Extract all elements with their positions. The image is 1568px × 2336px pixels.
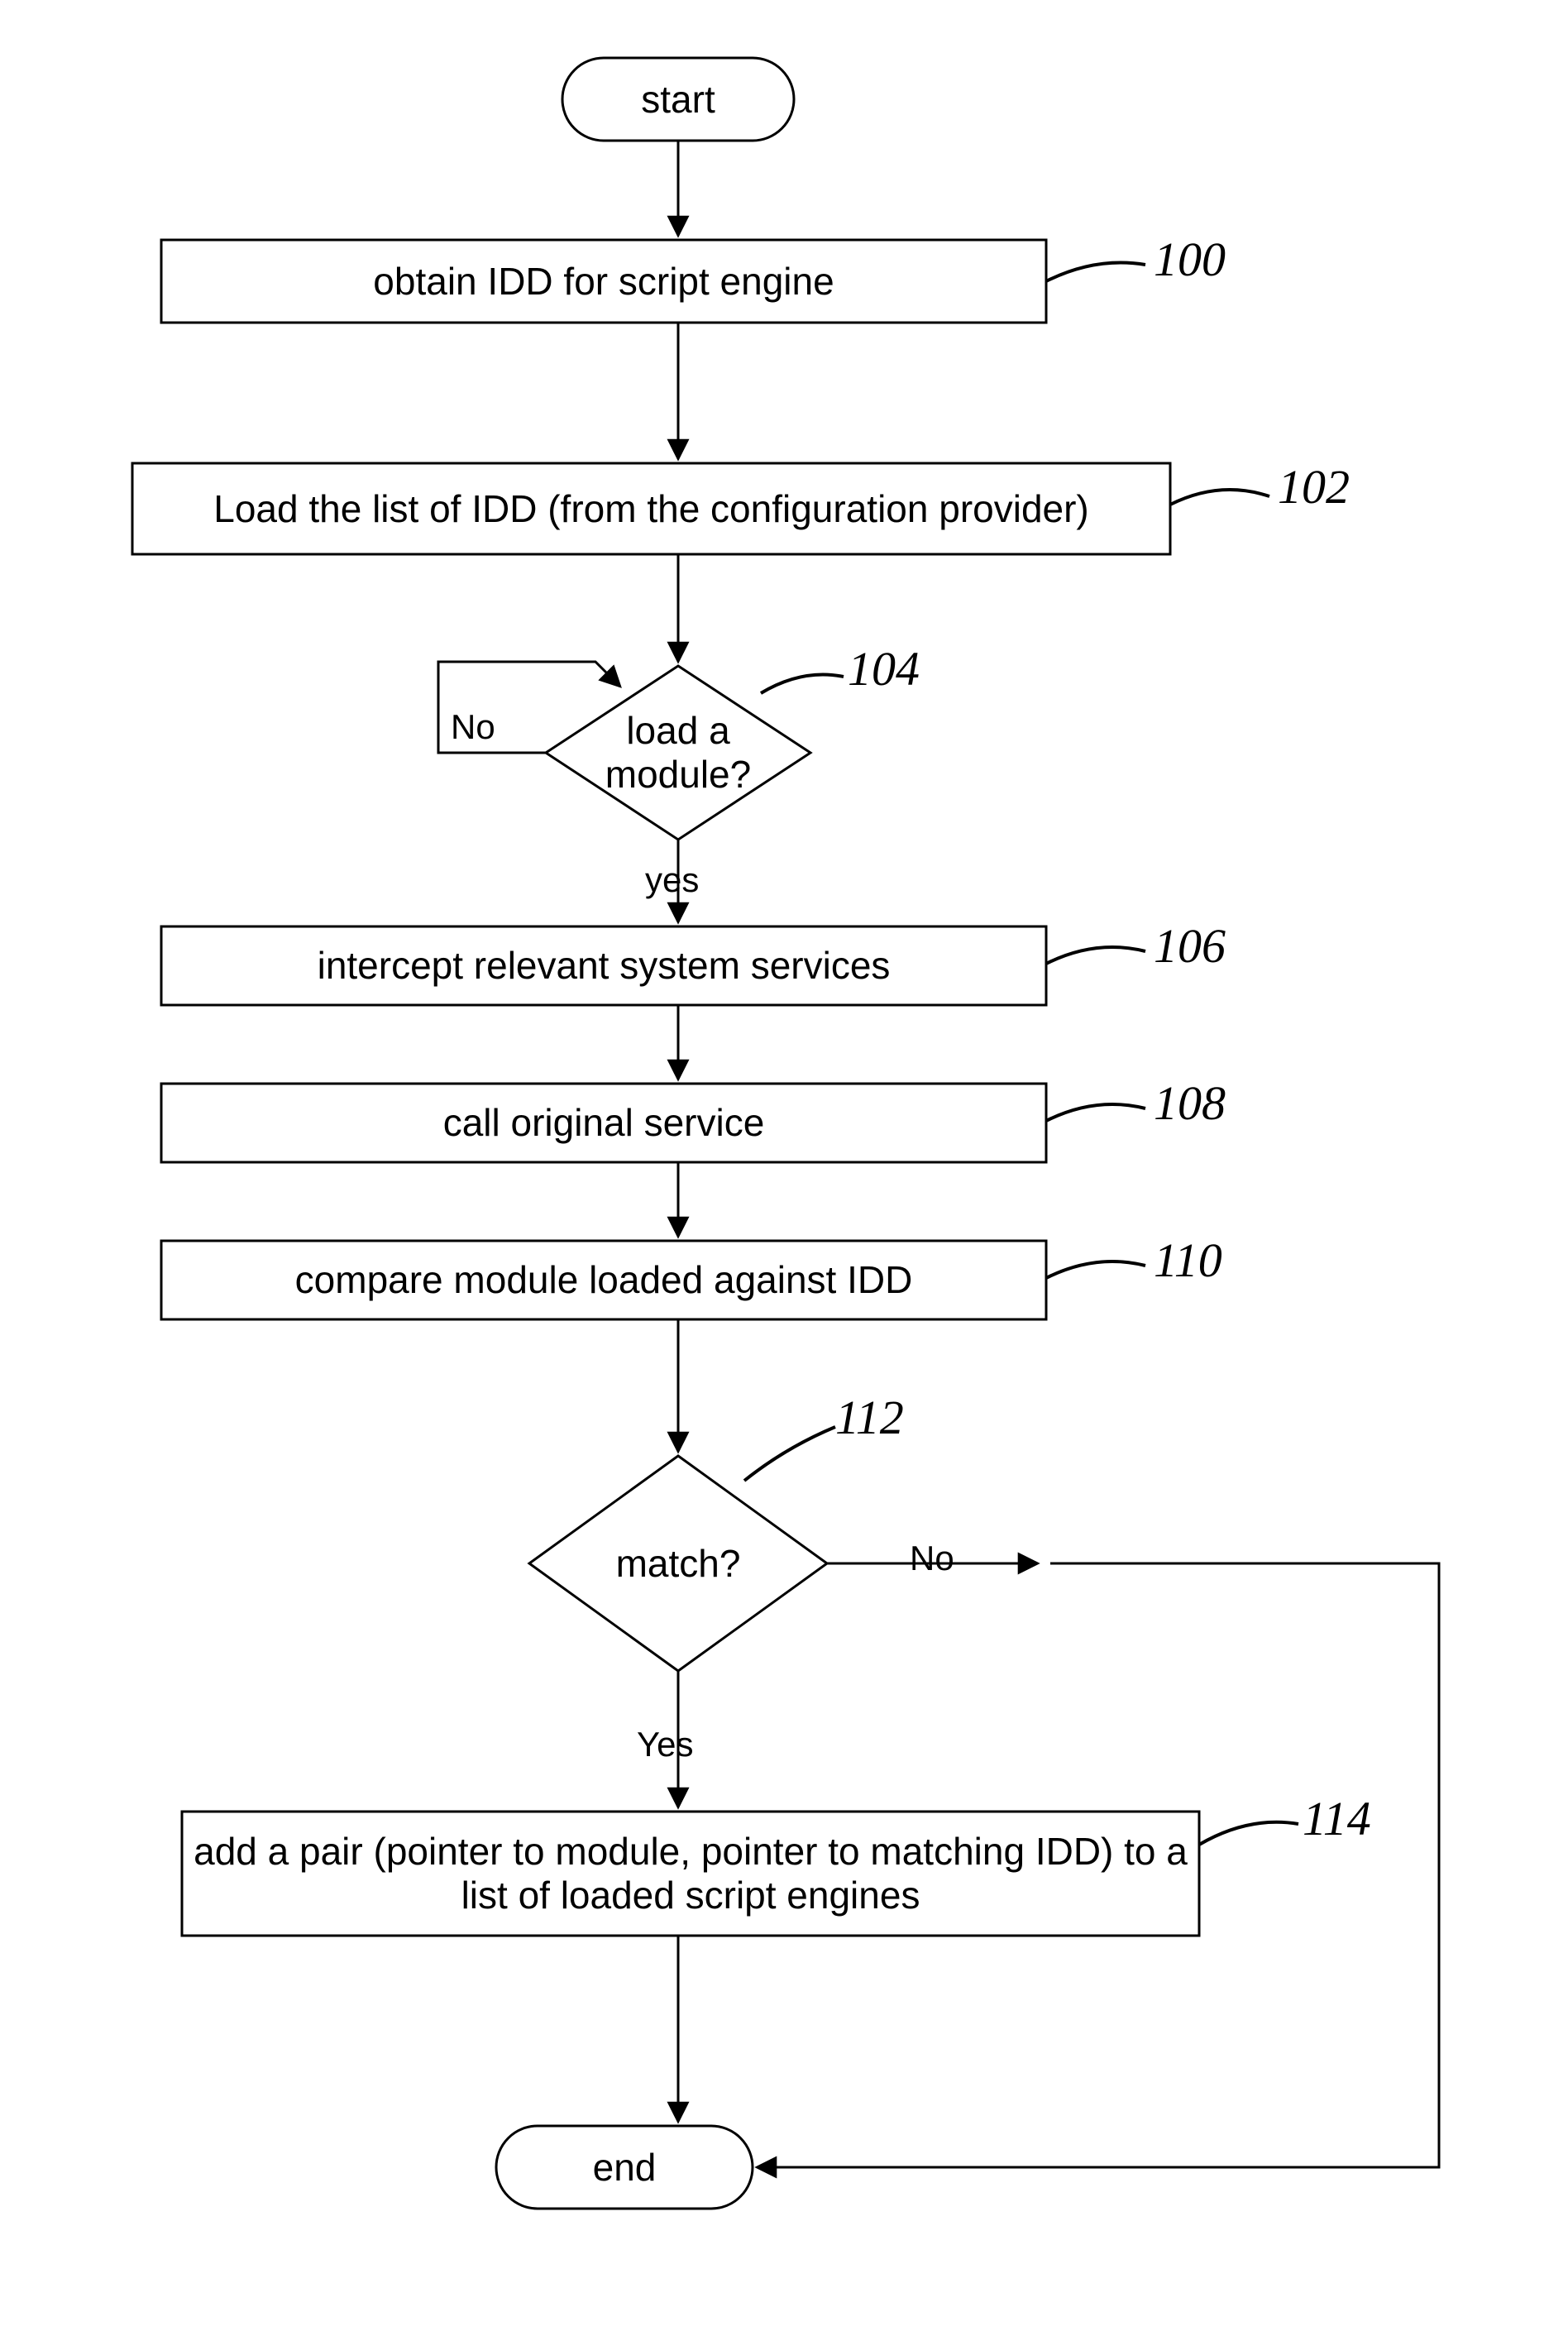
step102-label: Load the list of IDD (from the configura… [132, 463, 1170, 554]
ref110-mark [1046, 1261, 1145, 1278]
ref-108: 108 [1154, 1075, 1226, 1131]
ref102-mark [1170, 490, 1269, 505]
ref-106: 106 [1154, 918, 1226, 974]
ref-100: 100 [1154, 232, 1226, 287]
ref-104: 104 [848, 641, 920, 696]
edge-label-no-104: No [451, 707, 495, 747]
start-label: start [562, 58, 794, 141]
ref-114: 114 [1303, 1791, 1371, 1846]
step110-label: compare module loaded against IDD [161, 1241, 1046, 1319]
step104-label: load a module? [546, 695, 810, 811]
ref100-mark [1046, 263, 1145, 282]
step106-label: intercept relevant system services [161, 926, 1046, 1005]
step108-label: call original service [161, 1084, 1046, 1162]
edge-label-yes-104: yes [645, 860, 699, 900]
ref114-mark [1199, 1822, 1298, 1845]
ref112-mark [744, 1427, 835, 1481]
step100-label: obtain IDD for script engine [161, 240, 1046, 323]
edge-label-no-112: No [910, 1539, 954, 1578]
ref-112: 112 [835, 1390, 904, 1445]
ref-102: 102 [1278, 459, 1350, 515]
end-label: end [496, 2126, 753, 2209]
step114-label: add a pair (pointer to module, pointer t… [182, 1812, 1199, 1936]
step112-label: match? [529, 1514, 827, 1613]
ref-110: 110 [1154, 1233, 1222, 1288]
ref106-mark [1046, 947, 1145, 964]
flowchart-svg [0, 0, 1568, 2336]
ref104-mark [761, 675, 844, 694]
ref108-mark [1046, 1104, 1145, 1121]
edge-label-yes-112: Yes [637, 1725, 694, 1764]
